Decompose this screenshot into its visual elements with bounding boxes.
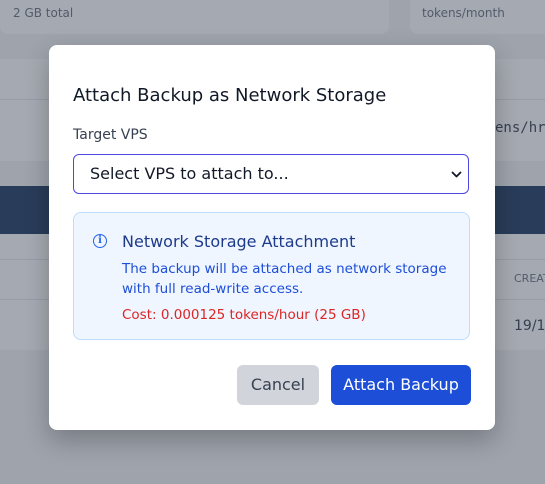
info-icon: i [93,234,107,248]
info-description: The backup will be attached as network s… [122,261,447,297]
info-title: Network Storage Attachment [122,232,356,251]
cancel-button[interactable]: Cancel [237,365,319,405]
cost-text: Cost: 0.000125 tokens/hour (25 GB) [122,307,366,323]
dialog-title: Attach Backup as Network Storage [73,85,387,106]
target-vps-select[interactable]: Select VPS to attach to... [73,154,469,194]
select-value: Select VPS to attach to... [90,164,289,183]
attach-backup-dialog: Attach Backup as Network Storage Target … [49,45,495,430]
network-storage-info-box: i Network Storage Attachment The backup … [73,212,470,340]
target-vps-label: Target VPS [73,127,148,143]
attach-backup-button[interactable]: Attach Backup [331,365,471,405]
chevron-down-icon [451,155,462,211]
